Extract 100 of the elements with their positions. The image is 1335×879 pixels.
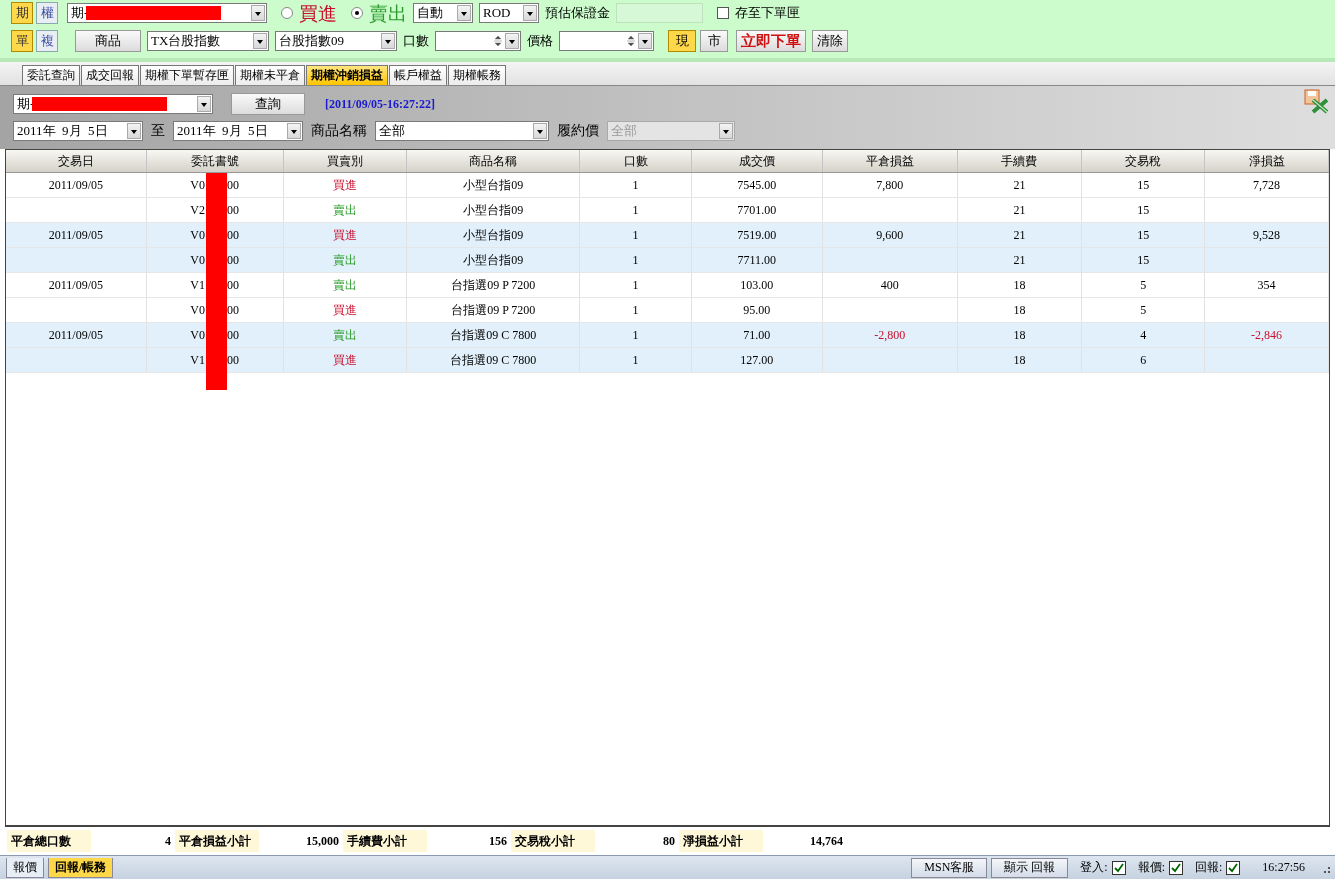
table-cell: 1 [632,352,639,368]
summary-label: 平倉總口數 [7,830,91,852]
table-row[interactable]: 2011/09/05 V0 00 賣出 台指選09 C 7800 1 71.00 -2,800 18 4 -2,846 [6,323,1329,348]
side-cell: 賣出 [333,251,357,269]
table-cell: 400 [880,277,899,293]
table-cell: 1 [632,252,639,268]
column-header[interactable]: 淨損益 [1205,150,1329,172]
table-cell: 2011/09/05 [48,227,103,243]
table-cell: 15 [1137,202,1150,218]
column-header[interactable]: 成交價 [691,150,823,172]
date-to-dropdown[interactable]: 2011年 9月 5日 [173,121,303,141]
status-button[interactable]: MSN客服 [911,857,988,878]
date-from-dropdown[interactable]: 2011年 9月 5日 [13,121,143,141]
query-button[interactable]: 查詢 [231,93,305,115]
table-cell: 18 [1013,352,1026,368]
mode-button[interactable]: 單 [11,30,33,52]
column-header[interactable]: 手續費 [957,150,1083,172]
mode-button[interactable]: 複 [36,30,58,52]
order-number: V0 00 [190,227,239,243]
type-button[interactable]: 期 [11,2,33,24]
table-cell: 6 [1140,352,1147,368]
table-cell: 5 [1140,277,1147,293]
clear-button[interactable]: 清除 [812,30,848,52]
excel-export-icon[interactable] [1303,88,1329,114]
table-cell: -2,800 [874,327,906,343]
summary-value: 14,764 [809,833,844,850]
table-cell: 7545.00 [737,177,777,193]
table-cell: 7519.00 [737,227,777,243]
tab[interactable]: 委託查詢 [22,65,80,85]
spinner-icon[interactable] [626,34,636,48]
summary-value: 4 [164,833,172,850]
side-radio[interactable]: 買進 [281,2,337,24]
column-header[interactable]: 委託書號 [146,150,284,172]
tab[interactable]: 帳戶權益 [389,65,447,85]
table-cell: 354 [1257,277,1276,293]
price-type-button[interactable]: 市 [700,30,728,52]
column-header[interactable]: 口數 [580,150,692,172]
price-type-button[interactable]: 現 [668,30,696,52]
summary-value: 156 [488,833,508,850]
condition-dropdown[interactable]: 自動 [413,3,473,23]
account-dropdown[interactable]: 期- [13,94,213,114]
status-button[interactable]: 顯示 回報 [991,857,1069,878]
table-cell: 7,728 [1253,177,1281,193]
table-cell: 18 [1013,277,1026,293]
table-row[interactable]: 2011/09/05 V0 00 買進 小型台指09 1 7519.00 9,600 21 15 9,528 [6,223,1329,248]
side-cell: 賣出 [333,201,357,219]
table-cell: 103.00 [740,277,774,293]
strike-label: 履約價 [557,122,599,140]
table-cell: 小型台指09 [463,226,524,244]
tab[interactable]: 期權下單暫存匣 [140,65,234,85]
bottom-tab[interactable]: 報價 [6,857,44,878]
table-cell: 2011/09/05 [48,277,103,293]
table-cell: 1 [632,277,639,293]
table-cell: 21 [1013,252,1026,268]
column-header[interactable]: 買賣別 [283,150,408,172]
account-dropdown[interactable]: 期- [67,3,267,23]
product-button[interactable]: 商品 [75,30,141,52]
resize-grip-icon[interactable] [1321,865,1331,876]
summary-label: 淨損益小計 [679,830,763,852]
tab[interactable]: 期權未平倉 [235,65,305,85]
summary-label: 平倉損益小計 [175,830,259,852]
side-cell: 買進 [333,301,357,319]
table-cell: 小型台指09 [463,176,524,194]
table-row[interactable]: V0 00 賣出 小型台指09 1 7711.00 21 15 [6,248,1329,273]
column-header[interactable]: 交易日 [6,150,147,172]
commodity-dropdown[interactable]: TX台股指數 [147,31,269,51]
table-cell: 台指選09 P 7200 [451,301,536,319]
table-cell: 95.00 [743,302,771,318]
summary-value: 15,000 [305,833,340,850]
order-number: V0 00 [190,252,239,268]
tab[interactable]: 期權帳務 [448,65,506,85]
table-cell: 小型台指09 [463,251,524,269]
save-checkbox[interactable] [717,7,729,19]
tab[interactable]: 成交回報 [81,65,139,85]
table-cell: 4 [1140,327,1147,343]
margin-label: 預估保證金 [545,4,610,22]
bottom-tab[interactable]: 回報/帳務 [48,857,114,878]
column-header[interactable]: 交易稅 [1082,150,1206,172]
contract-dropdown[interactable]: 台股指數09 [275,31,397,51]
side-cell: 賣出 [333,326,357,344]
column-header[interactable]: 平倉損益 [822,150,958,172]
table-cell: 1 [632,177,639,193]
price-label: 價格 [527,32,553,50]
quantity-label: 口數 [403,32,429,50]
price-field[interactable] [559,31,654,51]
time-in-force-dropdown[interactable]: ROD [479,3,539,23]
spinner-icon[interactable] [493,34,503,48]
quantity-field[interactable] [435,31,521,51]
submit-button[interactable]: 立即下單 [736,30,806,52]
tab[interactable]: 期權沖銷損益 [306,65,388,85]
table-cell: 2011/09/05 [48,177,103,193]
table-cell: 1 [632,327,639,343]
product-dropdown[interactable]: 全部 [375,121,549,141]
type-button[interactable]: 權 [36,2,58,24]
table-cell: 5 [1140,302,1147,318]
order-number: V0 00 [190,327,239,343]
save-label: 存至下單匣 [735,4,800,22]
column-header[interactable]: 商品名稱 [407,150,581,172]
table-row[interactable]: V1 00 買進 台指選09 C 7800 1 127.00 18 6 [6,348,1329,373]
indicator-label: 報價: [1137,859,1165,876]
